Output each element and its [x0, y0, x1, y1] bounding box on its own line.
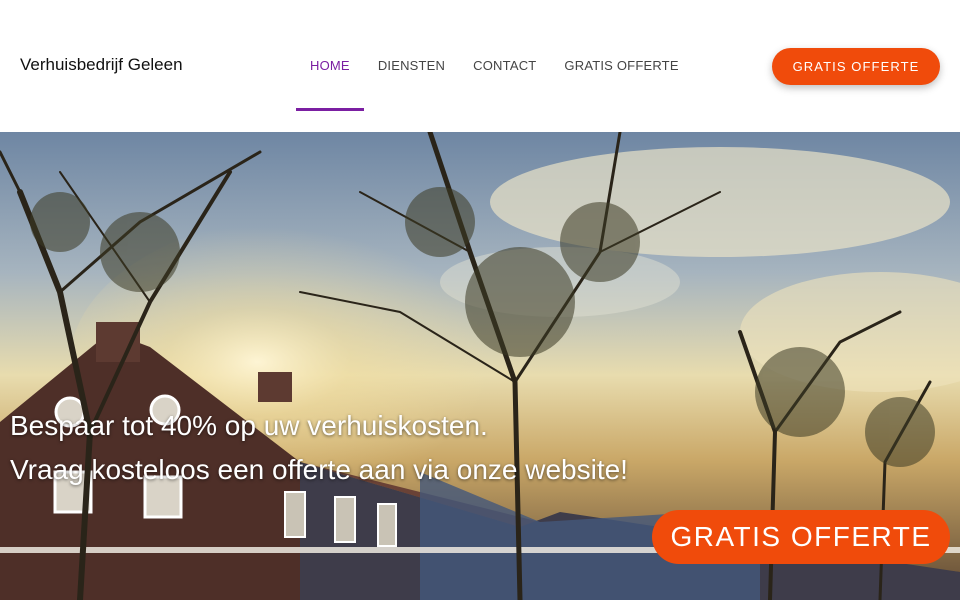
hero-line-2: Vraag kosteloos een offerte aan via onze…: [10, 454, 628, 485]
nav-item-gratis-offerte[interactable]: GRATIS OFFERTE: [550, 0, 692, 132]
nav-item-home[interactable]: HOME: [296, 0, 364, 132]
nav-item-contact[interactable]: CONTACT: [459, 0, 550, 132]
nav-item-diensten[interactable]: DIENSTEN: [364, 0, 459, 132]
nav-item-label: HOME: [310, 58, 350, 73]
hero-quote-button[interactable]: GRATIS OFFERTE: [652, 510, 950, 564]
nav-item-label: DIENSTEN: [377, 58, 446, 73]
hero-banner: Bespaar tot 40% op uw verhuiskosten. Vra…: [0, 132, 960, 600]
nav-item-label: GRATIS OFFERTE: [564, 58, 679, 73]
hero-headline: Bespaar tot 40% op uw verhuiskosten. Vra…: [10, 404, 628, 492]
site-brand[interactable]: Verhuisbedrijf Geleen: [20, 55, 183, 75]
site-header: Verhuisbedrijf Geleen HOME DIENSTEN CONT…: [0, 0, 960, 132]
main-nav: HOME DIENSTEN CONTACT GRATIS OFFERTE: [296, 0, 693, 132]
nav-item-label: CONTACT: [473, 58, 537, 73]
header-quote-button[interactable]: GRATIS OFFERTE: [772, 48, 940, 85]
hero-line-1: Bespaar tot 40% op uw verhuiskosten.: [10, 410, 488, 441]
